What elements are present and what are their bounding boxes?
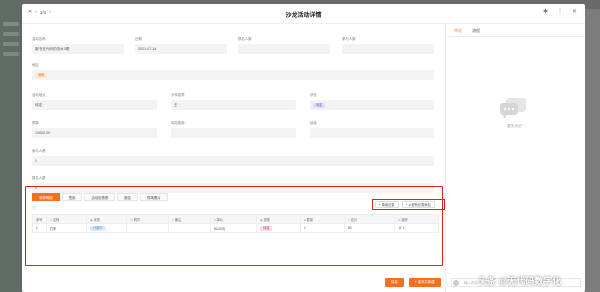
record-buttons-highlight: + 新增记录 + 从现有记录添加 (372, 199, 445, 210)
attend-count-field[interactable] (342, 44, 434, 54)
state-tag: 待定 (313, 103, 326, 108)
number-field-icon: # (214, 217, 216, 222)
column-header[interactable]: #数量 (300, 214, 345, 224)
state-field[interactable]: 待定 (310, 100, 434, 110)
type-tag: 待选 (260, 225, 273, 231)
cell-name[interactable]: 打车 (46, 223, 87, 233)
cell-action[interactable]: 🗑1 (394, 223, 439, 233)
modal-header: ✕ ‹ 1/4 › 沙龙活动详情 ✱ ⋮ ✕ (22, 4, 585, 24)
row-index: 1 (32, 223, 47, 233)
watermark: 头条 @无代码数字化 (478, 276, 562, 286)
cell-qty[interactable]: 1 (300, 223, 345, 233)
table-header-row: 序号 T名称 ◉状态 ▭附件 T备注 #单价 ◉类型 #数量 ƒ合计 ⊞操作 (32, 214, 439, 224)
field-label: 结余 (310, 121, 317, 125)
column-header[interactable]: ◉状态 (86, 214, 127, 224)
cell-attachment[interactable] (126, 223, 169, 233)
activity-name-field[interactable]: 服书无代码的流水3期 (32, 44, 124, 54)
divider (446, 36, 585, 37)
text-field-icon: T (172, 217, 174, 222)
action-icon: ⊞ (398, 217, 401, 222)
info-icon[interactable]: ⓘ (32, 205, 36, 211)
column-header: 序号 (32, 214, 47, 224)
cell-total: 50 (344, 223, 395, 233)
field-label: 日期 (135, 37, 142, 41)
field-label: 活动地点 (32, 93, 46, 97)
subtable-section: 采购明细 签到 活动反馈表 报名 现场照片 ⓘ + 新增记录 + 从现有记录添加… (25, 186, 445, 266)
delete-icon[interactable]: 🗑 (398, 226, 402, 230)
column-header[interactable]: T备注 (168, 214, 211, 224)
background-sidebar-item (3, 52, 19, 56)
field-label: 报名人数 (32, 176, 46, 180)
cell-type[interactable]: 待选 (256, 223, 301, 233)
subtable-tabs: 采购明细 签到 活动反馈表 报名 现场照片 (32, 193, 168, 201)
balance-field[interactable] (310, 128, 434, 138)
participants-field[interactable]: 1 (32, 156, 434, 166)
number-field-icon: # (304, 217, 306, 222)
close-icon[interactable]: ✕ (572, 9, 577, 15)
save-and-new-button[interactable]: + 保存并新建 (408, 278, 441, 287)
header-actions: ✱ ⋮ ✕ (543, 9, 577, 15)
field-label: 参与人数 (342, 37, 356, 41)
tab-photos[interactable]: 现场照片 (140, 193, 168, 201)
column-header[interactable]: ▭附件 (126, 214, 169, 224)
add-record-button[interactable]: + 新增记录 (375, 201, 399, 208)
site-field[interactable]: 深圳 (32, 70, 434, 80)
column-header: ⊞操作 (394, 214, 439, 224)
comment-panel: 评论 流程 暂无评论~ 输入内容 (445, 24, 585, 292)
empty-chat-icon (500, 98, 526, 119)
formula-field-icon: ƒ (348, 217, 350, 222)
site-tag: 深圳 (35, 73, 48, 78)
table-row[interactable]: 1 打车 计划中 50.00元 待选 1 50 🗑1 (32, 223, 439, 233)
status-tag: 计划中 (90, 225, 106, 231)
settings-icon[interactable]: ✱ (543, 9, 548, 15)
tab-feedback[interactable]: 活动反馈表 (84, 193, 116, 201)
cell-status[interactable]: 计划中 (86, 223, 127, 233)
select-field-icon: ◉ (90, 217, 93, 222)
detail-modal: ✕ ‹ 1/4 › 沙龙活动详情 ✱ ⋮ ✕ 活动名称 服书无代码的流水3期 日… (22, 4, 585, 292)
tab-checkin[interactable]: 签到 (61, 193, 83, 201)
background-sidebar-item (3, 32, 19, 36)
attachment-field-icon: ▭ (130, 217, 133, 222)
tab-purchase-detail[interactable]: 采购明细 (32, 193, 60, 201)
modal-title: 沙龙活动详情 (285, 13, 322, 19)
cell-price[interactable]: 50.00元 (210, 223, 257, 233)
report-count-field[interactable] (238, 44, 330, 54)
tab-signup[interactable]: 报名 (117, 193, 139, 201)
field-label: 地区 (32, 63, 39, 67)
actual-cost-field[interactable] (171, 128, 296, 138)
guest-field[interactable]: 王 (171, 100, 296, 110)
field-label: 活动名称 (32, 37, 46, 41)
more-icon[interactable]: ⋮ (557, 9, 563, 15)
field-label: 状态 (310, 93, 317, 97)
column-header[interactable]: #单价 (210, 214, 257, 224)
cell-note[interactable] (168, 223, 211, 233)
field-label: 报名人数 (238, 37, 252, 41)
field-label: 实际费用 (171, 121, 185, 125)
date-field[interactable]: 2021-07-14 (135, 44, 227, 54)
activity-location-field[interactable]: 待定 (32, 100, 157, 110)
footer-buttons: 保存 + 保存并新建 (385, 278, 441, 287)
select-field-icon: ◉ (260, 217, 263, 222)
empty-comments-text: 暂无评论~ (507, 124, 524, 128)
field-label: 预算 (32, 121, 39, 125)
save-button[interactable]: 保存 (385, 278, 404, 287)
column-header[interactable]: ƒ合计 (344, 214, 395, 224)
field-label: 参与人数 (32, 149, 46, 153)
column-header[interactable]: T名称 (46, 214, 87, 224)
budget-field[interactable]: 13000.00 (32, 128, 157, 138)
column-header[interactable]: ◉类型 (256, 214, 301, 224)
background-sidebar-item (3, 22, 19, 26)
avatar (453, 280, 459, 286)
field-label: 分享嘉宾 (171, 93, 185, 97)
purchase-table: 序号 T名称 ◉状态 ▭附件 T备注 #单价 ◉类型 #数量 ƒ合计 ⊞操作 1… (32, 214, 439, 233)
text-field-icon: T (50, 217, 52, 222)
background-sidebar (0, 0, 22, 292)
add-existing-record-button[interactable]: + 从现有记录添加 (401, 201, 435, 208)
background-sidebar-item (3, 42, 19, 46)
